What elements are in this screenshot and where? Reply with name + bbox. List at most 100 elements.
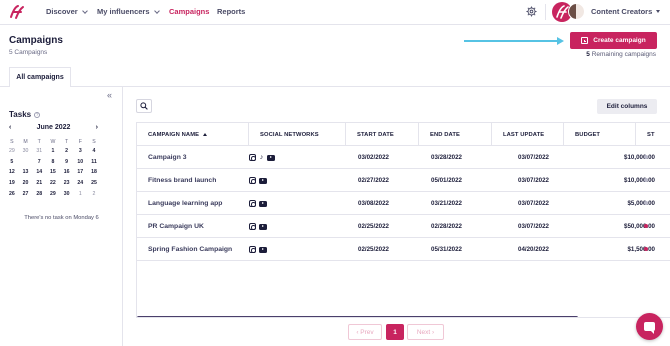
calendar-day[interactable]: 20 <box>19 178 33 189</box>
calendar-day[interactable]: 5 <box>5 157 19 168</box>
nav-my-influencers[interactable]: My influencers <box>97 7 160 16</box>
status-dot-icon <box>644 178 648 182</box>
calendar-day[interactable]: 10 <box>73 157 87 168</box>
column-last-update[interactable]: LAST UPDATE <box>492 123 564 146</box>
workspace-selector[interactable]: Content Creators <box>591 7 661 16</box>
calendar-day[interactable]: 17 <box>73 167 87 178</box>
edit-columns-button[interactable]: Edit columns <box>597 99 657 114</box>
calendar-weekday: W <box>50 138 56 145</box>
calendar-day[interactable]: 29 <box>5 146 19 157</box>
calendar-day[interactable]: 26 <box>5 188 19 199</box>
gear-icon[interactable] <box>526 6 537 17</box>
create-campaign-label: Create campaign <box>593 37 646 44</box>
status-dot-icon <box>644 201 648 205</box>
calendar-day[interactable]: 4 <box>87 146 101 157</box>
instagram-icon <box>249 223 256 230</box>
instagram-icon <box>249 200 256 207</box>
nav-reports[interactable]: Reports <box>217 7 245 16</box>
nav-reports-label: Reports <box>217 7 246 16</box>
calendar-day[interactable]: 18 <box>87 167 101 178</box>
youtube-icon <box>259 246 267 253</box>
calendar-day[interactable]: 23 <box>60 178 74 189</box>
chevron-down-icon <box>153 7 160 14</box>
nav-campaigns-label: Campaigns <box>169 7 210 16</box>
calendar-day[interactable]: 8 <box>46 157 60 168</box>
calendar-weekday: S <box>10 138 14 145</box>
calendar-day[interactable]: 2 <box>87 188 101 199</box>
calendar-day[interactable]: 27 <box>19 188 33 199</box>
end-date: 05/31/2022 <box>431 246 462 253</box>
start-date: 03/02/2022 <box>358 154 389 161</box>
end-date: 03/28/2022 <box>431 154 462 161</box>
nav-campaigns[interactable]: Campaigns <box>169 7 209 16</box>
app-logo-icon[interactable] <box>8 3 26 21</box>
calendar-day[interactable]: 11 <box>87 157 101 168</box>
youtube-icon <box>267 154 275 161</box>
table-row[interactable]: PR Campaign UK 02/25/2022 02/28/2022 03/07/… <box>137 215 670 238</box>
calendar-day[interactable]: 13 <box>19 167 33 178</box>
horizontal-scrollbar[interactable] <box>137 316 578 317</box>
table-row[interactable]: Spring Fashion Campaign 02/25/2022 05/31/2… <box>137 238 670 261</box>
calendar-day[interactable]: 12 <box>5 167 19 178</box>
workspace-name: Content Creators <box>591 7 653 16</box>
table-row[interactable]: Language learning app 03/08/2022 03/21/202… <box>137 192 670 215</box>
calendar-day[interactable]: 22 <box>46 178 60 189</box>
calendar-day[interactable]: 6 <box>19 157 33 168</box>
campaign-name[interactable]: Language learning app <box>148 192 222 215</box>
nav-discover[interactable]: Discover <box>46 7 88 16</box>
calendar-day[interactable]: 21 <box>32 178 46 189</box>
calendar-day[interactable]: 16 <box>60 167 74 178</box>
calendar-day[interactable]: 9 <box>60 157 74 168</box>
pagination-next-button[interactable]: Next › <box>407 324 444 340</box>
table-row[interactable]: Fitness brand launch 02/27/2022 05/01/2022… <box>137 169 670 192</box>
campaign-name[interactable]: Fitness brand launch <box>148 169 216 192</box>
calendar-day[interactable]: 30 <box>19 146 33 157</box>
column-label: SOCIAL NETWORKS <box>260 131 319 138</box>
calendar-day[interactable]: 15 <box>46 167 60 178</box>
calendar-day[interactable]: 25 <box>87 178 101 189</box>
campaign-name[interactable]: Campaign 3 <box>148 146 187 169</box>
calendar-day[interactable]: 28 <box>32 188 46 199</box>
calendar-day[interactable]: 1 <box>46 146 60 157</box>
column-campaign-name[interactable]: CAMPAIGN NAME <box>137 123 249 146</box>
chat-support-button[interactable] <box>636 313 663 340</box>
arrow-right-icon <box>557 37 564 45</box>
column-end-date[interactable]: END DATE <box>419 123 492 146</box>
search-button[interactable] <box>136 99 152 113</box>
calendar-day[interactable]: 24 <box>73 178 87 189</box>
calendar-day[interactable]: 29 <box>46 188 60 199</box>
campaign-name[interactable]: PR Campaign UK <box>148 215 204 238</box>
pagination-page-1[interactable]: 1 <box>386 324 404 340</box>
user-avatar[interactable] <box>568 3 585 20</box>
column-status[interactable]: ST <box>636 123 670 146</box>
calendar-day[interactable]: 30 <box>60 188 74 199</box>
calendar-header: ‹ June 2022 › <box>5 124 102 134</box>
calendar-day[interactable]: 14 <box>32 167 46 178</box>
collapse-panel-icon[interactable]: « <box>107 90 112 100</box>
column-budget[interactable]: BUDGET <box>564 123 636 146</box>
column-social-networks[interactable]: SOCIAL NETWORKS <box>249 123 346 146</box>
campaign-name[interactable]: Spring Fashion Campaign <box>148 238 232 261</box>
tab-all-campaigns[interactable]: All campaigns <box>9 67 71 87</box>
calendar-day[interactable]: 3 <box>73 146 87 157</box>
calendar-day[interactable]: 1 <box>73 188 87 199</box>
table-row[interactable]: Campaign 3 ♪ 03/02/2022 03/28/2022 03/07/202… <box>137 146 670 169</box>
calendar-day[interactable]: 19 <box>5 178 19 189</box>
instagram-icon <box>249 154 256 161</box>
calendar-day[interactable]: 2 <box>60 146 74 157</box>
social-networks <box>249 169 267 192</box>
calendar-day[interactable]: 31 <box>32 146 46 157</box>
calendar-next-button[interactable]: › <box>96 124 98 131</box>
calendar-weekday: T <box>37 138 41 145</box>
column-label: BUDGET <box>575 131 601 138</box>
create-campaign-button[interactable]: Create campaign <box>570 32 657 49</box>
nav-discover-label: Discover <box>46 7 78 16</box>
calendar-day[interactable]: 7 <box>32 157 46 168</box>
column-start-date[interactable]: START DATE <box>346 123 419 146</box>
help-icon[interactable]: ? <box>34 111 41 118</box>
pagination-prev-button[interactable]: ‹ Prev <box>348 324 382 340</box>
calendar-weekday: T <box>65 138 69 145</box>
tiktok-icon: ♪ <box>259 154 264 161</box>
end-date: 05/01/2022 <box>431 177 462 184</box>
caret-down-icon <box>656 10 661 13</box>
